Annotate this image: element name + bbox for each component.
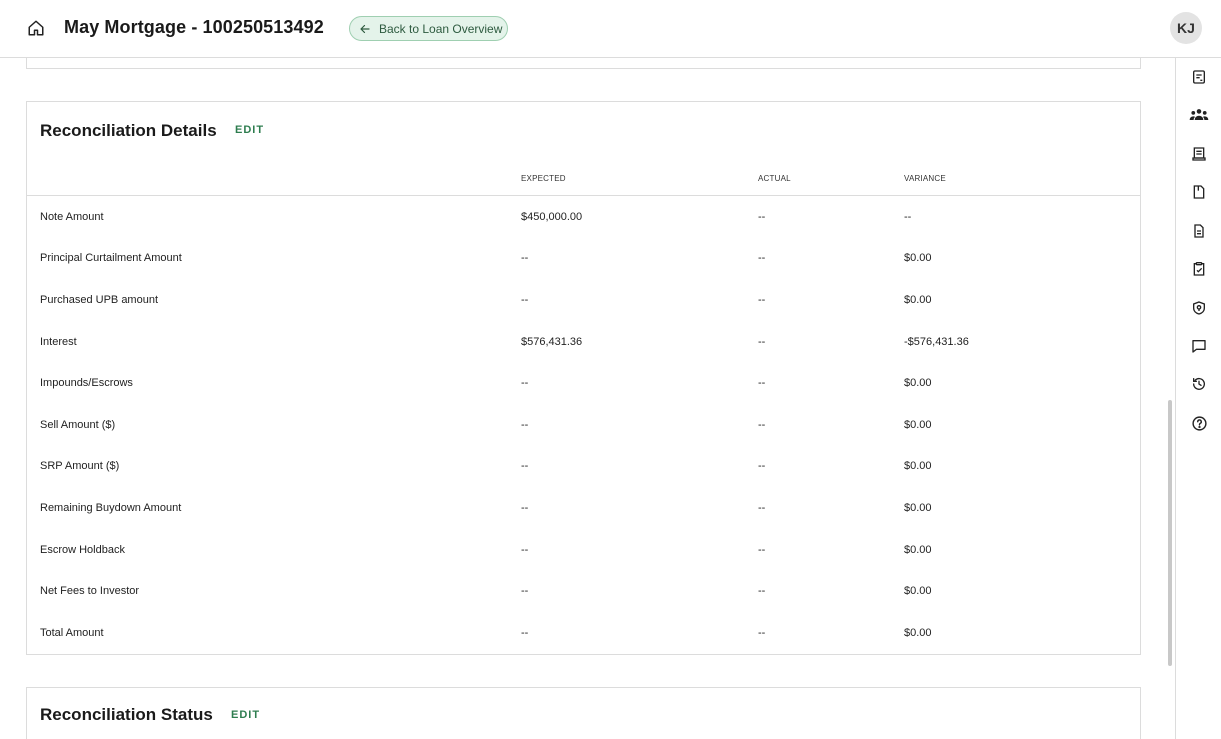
row-label: Impounds/Escrows (40, 377, 133, 389)
row-variance: $0.00 (904, 377, 932, 389)
row-variance: $0.00 (904, 627, 932, 639)
home-icon (28, 20, 44, 36)
clipboard-check-icon[interactable] (1188, 258, 1210, 280)
row-variance: $0.00 (904, 502, 932, 514)
notes-icon[interactable] (1188, 66, 1210, 88)
back-button-label: Back to Loan Overview (379, 21, 503, 36)
column-header-actual: ACTUAL (758, 174, 791, 183)
row-label: Interest (40, 336, 77, 348)
row-label: Principal Curtailment Amount (40, 252, 182, 264)
row-expected: -- (521, 460, 529, 472)
row-label: Note Amount (40, 211, 104, 223)
table-row: Sell Amount ($) -- -- $0.00 (27, 419, 1140, 439)
table-row: Remaining Buydown Amount -- -- $0.00 (27, 502, 1140, 522)
help-icon[interactable] (1188, 412, 1210, 434)
receipt-icon[interactable] (1188, 143, 1210, 165)
reconciliation-details-edit-button[interactable]: EDIT (235, 124, 264, 136)
table-row: Escrow Holdback -- -- $0.00 (27, 544, 1140, 564)
row-label: Purchased UPB amount (40, 294, 159, 306)
row-label: SRP Amount ($) (40, 460, 120, 472)
row-actual: -- (758, 627, 766, 639)
row-actual: -- (758, 294, 766, 306)
column-header-variance: VARIANCE (904, 174, 946, 183)
row-label: Remaining Buydown Amount (40, 502, 182, 514)
row-expected: -- (521, 294, 529, 306)
user-avatar[interactable]: KJ (1170, 12, 1202, 44)
table-row: SRP Amount ($) -- -- $0.00 (27, 460, 1140, 480)
reconciliation-details-title: Reconciliation Details (40, 121, 217, 140)
row-label: Escrow Holdback (40, 544, 125, 556)
row-expected: -- (521, 419, 529, 431)
row-actual: -- (758, 460, 766, 472)
row-variance: $0.00 (904, 544, 932, 556)
shield-lock-icon[interactable] (1188, 297, 1210, 319)
right-icon-rail (1175, 58, 1221, 739)
chat-icon[interactable] (1188, 335, 1210, 357)
row-expected: -- (521, 502, 529, 514)
table-row: Note Amount $450,000.00 -- -- (27, 211, 1140, 231)
table-row: Net Fees to Investor -- -- $0.00 (27, 585, 1140, 605)
row-actual: -- (758, 377, 766, 389)
app-header: May Mortgage - 100250513492 Back to Loan… (0, 0, 1221, 58)
row-expected: $450,000.00 (521, 211, 583, 223)
people-icon[interactable] (1188, 104, 1210, 126)
reconciliation-status-card: Reconciliation Status EDIT (26, 687, 1141, 739)
row-actual: -- (758, 419, 766, 431)
row-expected: $576,431.36 (521, 336, 583, 348)
row-variance: $0.00 (904, 419, 932, 431)
page-title: May Mortgage - 100250513492 (64, 17, 324, 37)
row-expected: -- (521, 627, 529, 639)
vertical-scrollbar[interactable] (1168, 400, 1172, 666)
row-actual: -- (758, 336, 766, 348)
row-expected: -- (521, 377, 529, 389)
row-variance: $0.00 (904, 585, 932, 597)
reconciliation-status-edit-button[interactable]: EDIT (231, 709, 260, 721)
reconciliation-details-card: Reconciliation Details EDIT EXPECTED ACT… (26, 101, 1141, 655)
row-actual: -- (758, 211, 766, 223)
row-variance: -$576,431.36 (904, 336, 969, 348)
back-to-loan-overview-button[interactable]: Back to Loan Overview (349, 16, 508, 41)
header-divider (27, 195, 1140, 196)
reconciliation-status-title: Reconciliation Status (40, 705, 213, 724)
row-variance: $0.00 (904, 460, 932, 472)
history-icon[interactable] (1188, 373, 1210, 395)
row-expected: -- (521, 585, 529, 597)
table-row: Total Amount -- -- $0.00 (27, 627, 1140, 647)
table-row: Impounds/Escrows -- -- $0.00 (27, 377, 1140, 397)
row-variance: $0.00 (904, 294, 932, 306)
column-header-expected: EXPECTED (521, 174, 566, 183)
row-variance: -- (904, 211, 912, 223)
row-expected: -- (521, 544, 529, 556)
table-row: Purchased UPB amount -- -- $0.00 (27, 294, 1140, 314)
row-actual: -- (758, 502, 766, 514)
row-actual: -- (758, 544, 766, 556)
table-row: Principal Curtailment Amount -- -- $0.00 (27, 252, 1140, 272)
row-variance: $0.00 (904, 252, 932, 264)
document-corner-icon[interactable] (1188, 181, 1210, 203)
home-button[interactable] (24, 16, 48, 40)
arrow-left-icon (359, 22, 373, 36)
previous-card (26, 58, 1141, 69)
row-label: Sell Amount ($) (40, 419, 116, 431)
row-label: Net Fees to Investor (40, 585, 140, 597)
row-label: Total Amount (40, 627, 104, 639)
row-expected: -- (521, 252, 529, 264)
row-actual: -- (758, 585, 766, 597)
row-actual: -- (758, 252, 766, 264)
document-text-icon[interactable] (1188, 220, 1210, 242)
table-row: Interest $576,431.36 -- -$576,431.36 (27, 336, 1140, 356)
